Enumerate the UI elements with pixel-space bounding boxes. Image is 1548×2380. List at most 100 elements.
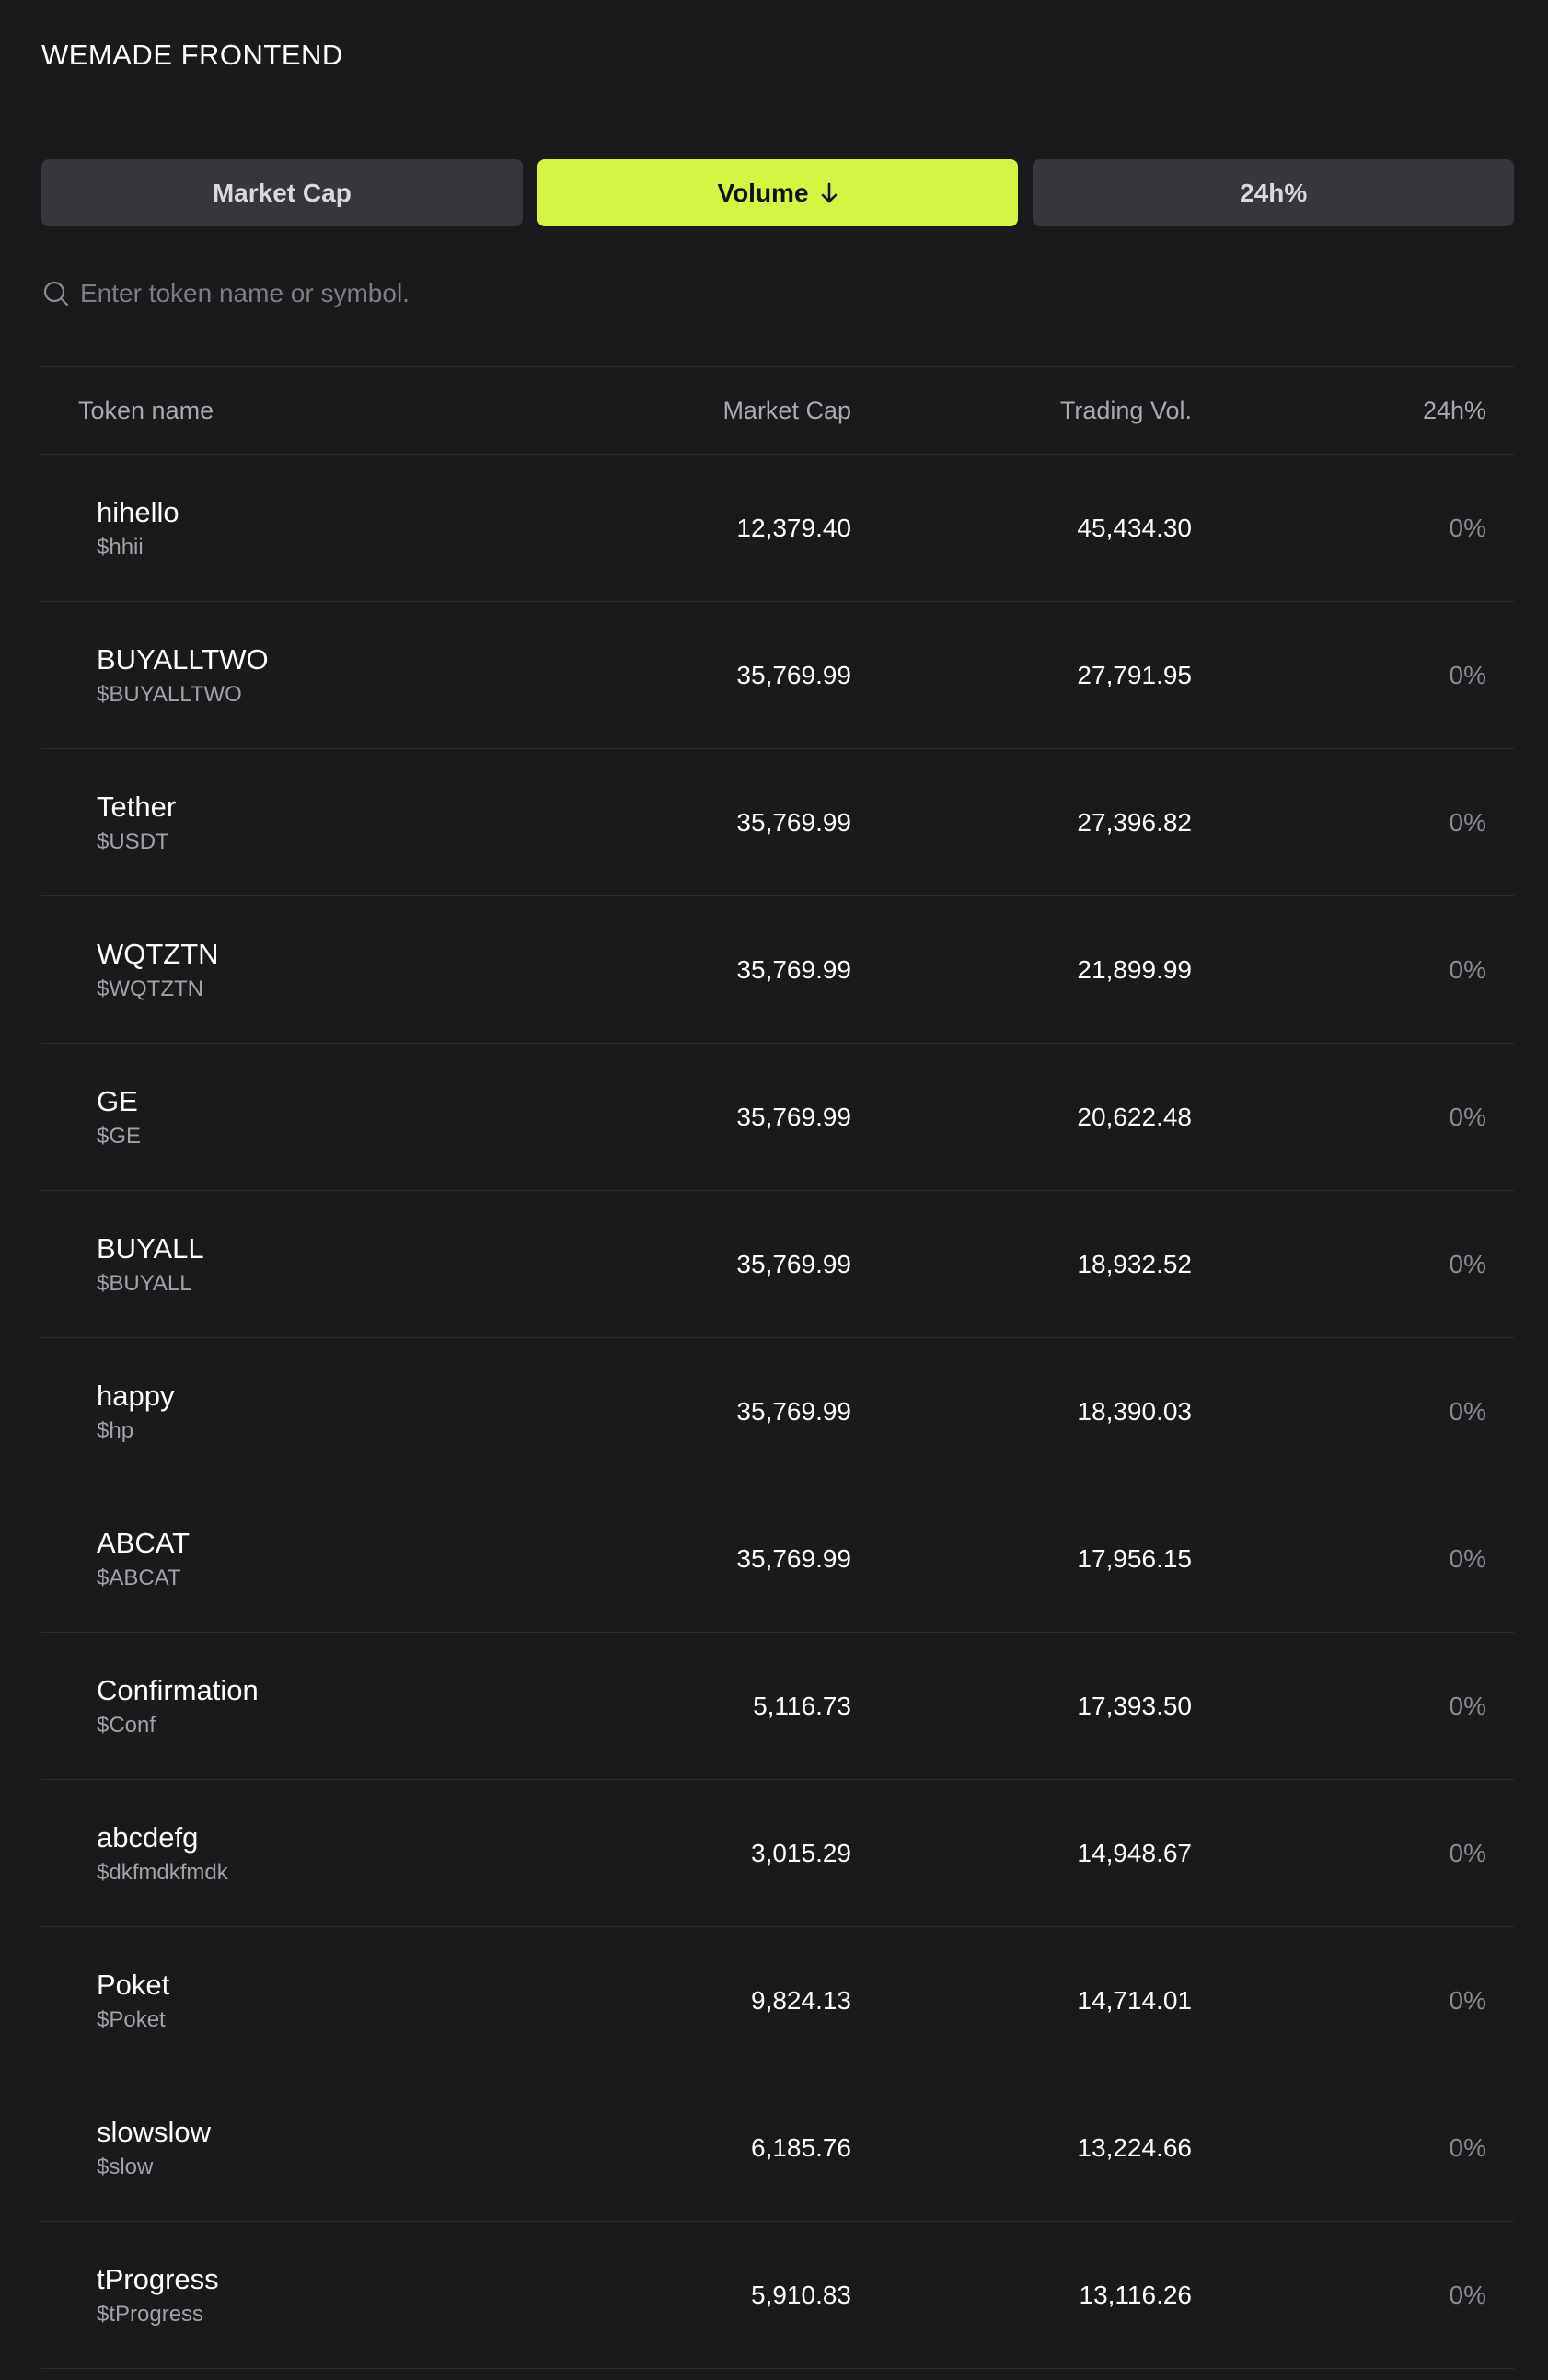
- change-24h-value: 0%: [1449, 1102, 1486, 1131]
- table-row[interactable]: tProgress $tProgress 5,910.83 13,116.26 0%: [41, 2222, 1514, 2369]
- token-symbol: $BUYALLTWO: [97, 681, 242, 707]
- market-cap-value: 35,769.99: [736, 807, 851, 837]
- table-row[interactable]: WQTZTN $WQTZTN 35,769.99 21,899.99 0%: [41, 896, 1514, 1044]
- trading-volume-value: 13,224.66: [1077, 2132, 1192, 2162]
- header-24h-change[interactable]: 24h%: [1192, 397, 1486, 425]
- change-24h-value: 0%: [1449, 1543, 1486, 1573]
- search-bar: [41, 272, 1514, 316]
- tab-label: Volume: [717, 178, 809, 207]
- token-name: tProgress: [97, 2262, 219, 2295]
- token-cell: WQTZTN $WQTZTN: [41, 938, 594, 1002]
- token-name: GE: [97, 1084, 138, 1117]
- token-cell: happy $hp: [41, 1380, 594, 1444]
- token-cell: Poket $Poket: [41, 1969, 594, 2033]
- header-trading-vol[interactable]: Trading Vol.: [851, 397, 1192, 425]
- token-symbol: $slow: [97, 2154, 154, 2179]
- trading-volume-value: 18,932.52: [1077, 1249, 1192, 1278]
- token-cell: BUYALLTWO $BUYALLTWO: [41, 643, 594, 708]
- trading-volume-value: 18,390.03: [1077, 1396, 1192, 1426]
- table-row[interactable]: abcdefg $dkfmdkfmdk 3,015.29 14,948.67 0%: [41, 1780, 1514, 1927]
- token-cell: tProgress $tProgress: [41, 2263, 594, 2328]
- token-cell: ABCAT $ABCAT: [41, 1527, 594, 1591]
- table-row[interactable]: Tether $USDT 35,769.99 27,396.82 0%: [41, 749, 1514, 896]
- token-cell: hihello $hhii: [41, 496, 594, 560]
- market-cap-value: 5,910.83: [751, 2280, 851, 2309]
- token-name: slowslow: [97, 2115, 212, 2148]
- tab-volume[interactable]: Volume: [537, 159, 1019, 226]
- change-24h-value: 0%: [1449, 2280, 1486, 2309]
- trading-volume-value: 20,622.48: [1077, 1102, 1192, 1131]
- trading-volume-value: 13,116.26: [1079, 2280, 1193, 2309]
- market-cap-value: 35,769.99: [736, 1249, 851, 1278]
- token-symbol: $BUYALL: [97, 1270, 192, 1296]
- sort-tabs: Market Cap Volume 24h%: [41, 159, 1515, 226]
- tab-24h-change[interactable]: 24h%: [1033, 159, 1515, 226]
- market-cap-value: 9,824.13: [751, 1985, 851, 2015]
- trading-volume-value: 14,948.67: [1077, 1838, 1192, 1867]
- token-name: Confirmation: [97, 1673, 259, 1706]
- token-cell: slowslow $slow: [41, 2116, 594, 2180]
- token-symbol: $USDT: [97, 828, 169, 854]
- change-24h-value: 0%: [1449, 1396, 1486, 1426]
- token-name: happy: [97, 1379, 175, 1412]
- token-symbol: $dkfmdkfmdk: [97, 1859, 228, 1885]
- tab-market-cap[interactable]: Market Cap: [41, 159, 523, 226]
- table-row[interactable]: slowslow $slow 6,185.76 13,224.66 0%: [41, 2074, 1514, 2222]
- token-symbol: $Poket: [97, 2006, 166, 2032]
- trading-volume-value: 27,396.82: [1077, 807, 1192, 837]
- change-24h-value: 0%: [1449, 954, 1486, 984]
- trading-volume-value: 21,899.99: [1077, 954, 1192, 984]
- change-24h-value: 0%: [1449, 660, 1486, 689]
- market-cap-value: 12,379.40: [736, 513, 851, 542]
- token-name: Poket: [97, 1968, 170, 2001]
- table-row[interactable]: Confirmation $Conf 5,116.73 17,393.50 0%: [41, 1633, 1514, 1780]
- market-cap-value: 35,769.99: [736, 1102, 851, 1131]
- token-symbol: $Conf: [97, 1712, 156, 1738]
- token-name: hihello: [97, 495, 179, 528]
- arrow-down-icon: [820, 182, 838, 204]
- table-body: hihello $hhii 12,379.40 45,434.30 0% BUYALLTW…: [41, 455, 1514, 2369]
- table-row[interactable]: ABCAT $ABCAT 35,769.99 17,956.15 0%: [41, 1485, 1514, 1633]
- table-row[interactable]: GE $GE 35,769.99 20,622.48 0%: [41, 1044, 1514, 1191]
- table-row[interactable]: hihello $hhii 12,379.40 45,434.30 0%: [41, 455, 1514, 602]
- token-symbol: $tProgress: [97, 2301, 204, 2327]
- token-name: BUYALLTWO: [97, 642, 269, 676]
- change-24h-value: 0%: [1449, 1985, 1486, 2015]
- token-cell: BUYALL $BUYALL: [41, 1232, 594, 1297]
- tab-label: 24h%: [1240, 178, 1308, 207]
- header-token-name[interactable]: Token name: [41, 397, 594, 425]
- change-24h-value: 0%: [1449, 807, 1486, 837]
- token-cell: GE $GE: [41, 1085, 594, 1150]
- table-row[interactable]: BUYALL $BUYALL 35,769.99 18,932.52 0%: [41, 1191, 1514, 1338]
- table-row[interactable]: Poket $Poket 9,824.13 14,714.01 0%: [41, 1927, 1514, 2074]
- table-row[interactable]: happy $hp 35,769.99 18,390.03 0%: [41, 1338, 1514, 1485]
- trading-volume-value: 17,956.15: [1077, 1543, 1192, 1573]
- market-cap-value: 3,015.29: [751, 1838, 851, 1867]
- table-header: Token name Market Cap Trading Vol. 24h%: [41, 366, 1514, 455]
- change-24h-value: 0%: [1449, 1838, 1486, 1867]
- token-cell: abcdefg $dkfmdkfmdk: [41, 1821, 594, 1886]
- token-name: WQTZTN: [97, 937, 219, 970]
- token-symbol: $hp: [97, 1417, 134, 1443]
- market-cap-value: 6,185.76: [751, 2132, 851, 2162]
- change-24h-value: 0%: [1449, 1691, 1486, 1720]
- token-name: ABCAT: [97, 1526, 191, 1559]
- token-name: abcdefg: [97, 1820, 199, 1854]
- search-icon: [41, 279, 71, 308]
- market-cap-value: 35,769.99: [736, 660, 851, 689]
- change-24h-value: 0%: [1449, 513, 1486, 542]
- header-market-cap[interactable]: Market Cap: [594, 397, 851, 425]
- table-row[interactable]: BUYALLTWO $BUYALLTWO 35,769.99 27,791.95 0%: [41, 602, 1514, 749]
- token-name: BUYALL: [97, 1231, 204, 1265]
- change-24h-value: 0%: [1449, 1249, 1486, 1278]
- token-table: Token name Market Cap Trading Vol. 24h% …: [41, 366, 1514, 2369]
- token-symbol: $GE: [97, 1123, 142, 1149]
- token-name: Tether: [97, 790, 177, 823]
- trading-volume-value: 27,791.95: [1077, 660, 1192, 689]
- token-cell: Confirmation $Conf: [41, 1674, 594, 1739]
- token-symbol: $hhii: [97, 534, 144, 560]
- token-symbol: $WQTZTN: [97, 976, 203, 1001]
- trading-volume-value: 17,393.50: [1077, 1691, 1192, 1720]
- trading-volume-value: 45,434.30: [1077, 513, 1192, 542]
- search-input[interactable]: [80, 279, 1514, 308]
